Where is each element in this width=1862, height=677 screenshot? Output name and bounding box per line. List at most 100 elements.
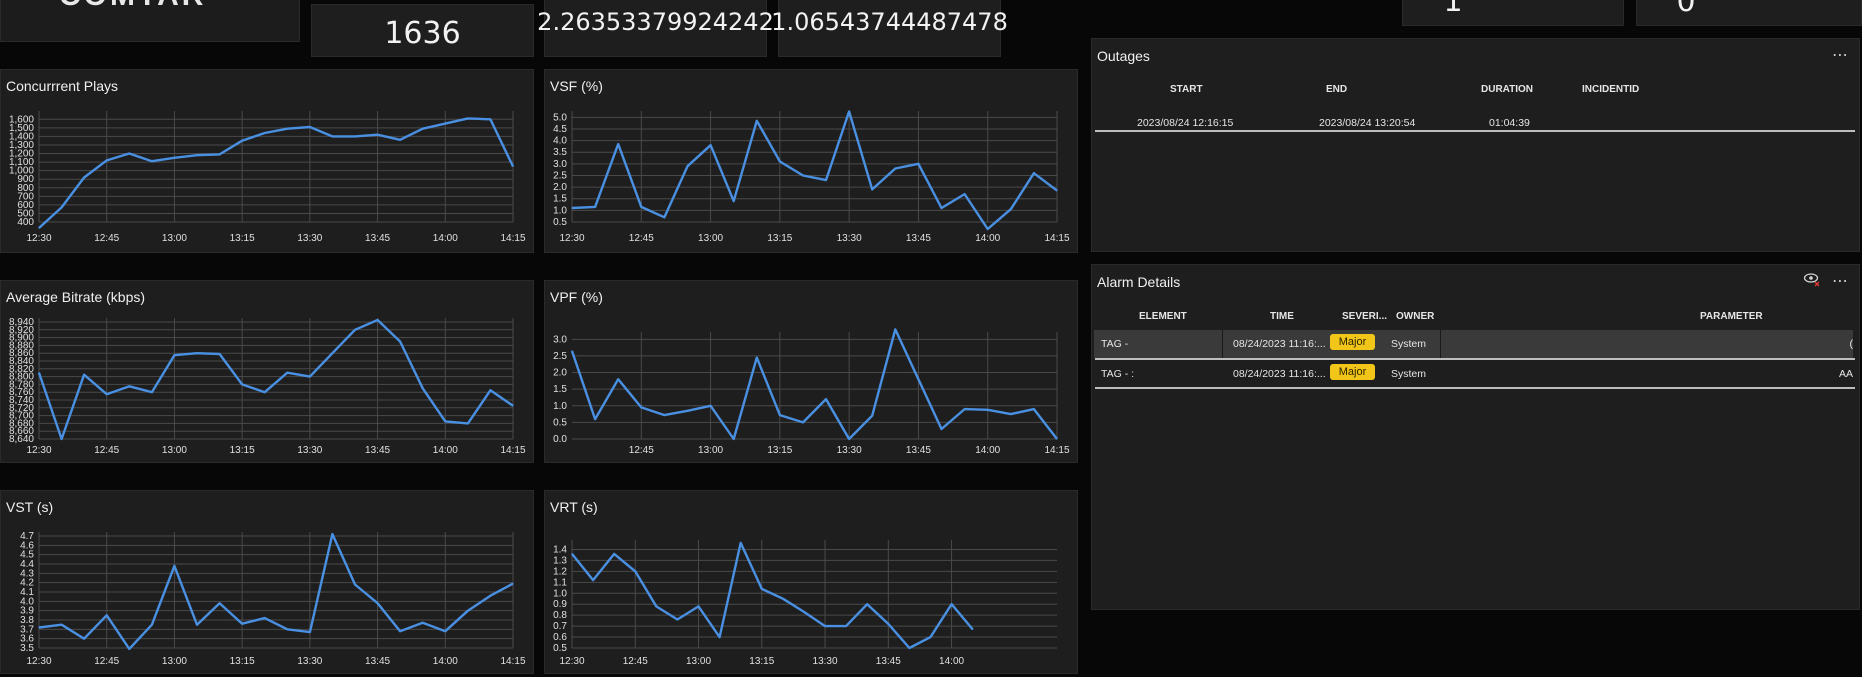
x-tick-label: 13:00	[162, 656, 187, 667]
x-tick-label: 13:45	[906, 233, 931, 244]
x-tick-label: 13:15	[230, 656, 255, 667]
x-tick-label: 13:00	[698, 445, 723, 456]
column-header-parameter[interactable]: PARAMETER	[1700, 311, 1763, 322]
y-tick-label: 1.5	[553, 194, 567, 205]
x-tick-label: 13:45	[906, 445, 931, 456]
data-point	[38, 372, 40, 374]
y-tick-label: 0.9	[553, 599, 567, 610]
data-point	[241, 623, 243, 625]
data-point	[733, 200, 735, 202]
data-point	[987, 409, 989, 411]
y-tick-label: 2.0	[553, 182, 567, 193]
data-point	[824, 625, 826, 627]
cell-element: TAG - :	[1101, 368, 1135, 380]
cell-owner: System	[1391, 368, 1427, 380]
data-point	[286, 628, 288, 630]
y-tick-label: 1.4	[553, 544, 567, 555]
kpi-concurrent-plays: 1636	[311, 4, 534, 57]
y-tick-label: 3.0	[553, 159, 567, 170]
data-point	[354, 329, 356, 331]
y-tick-label: 8,940	[9, 317, 34, 328]
data-point	[1010, 413, 1012, 415]
data-point	[128, 648, 130, 650]
data-point	[38, 227, 40, 229]
table-row[interactable]: TAG - : 08/24/2023 11:16:... Major Syste…	[1094, 360, 1853, 388]
x-tick-label: 14:00	[433, 445, 458, 456]
x-tick-label: 13:30	[813, 656, 838, 667]
y-tick-label: 4.7	[20, 531, 34, 542]
data-point	[399, 630, 401, 632]
column-separator	[1440, 330, 1441, 358]
table-row[interactable]: TAG - 08/24/2023 11:16:... Major System …	[1094, 330, 1853, 358]
data-point	[634, 570, 636, 572]
vst-chart: 3.53.63.73.83.94.04.14.24.34.44.54.64.71…	[20, 531, 526, 667]
kpi-vsf-avg: 2.26353379924242	[537, 0, 774, 57]
data-point	[987, 228, 989, 230]
more-options-icon[interactable]: ⋯	[1832, 45, 1849, 65]
more-options-icon[interactable]: ⋯	[1832, 271, 1849, 291]
data-point	[331, 135, 334, 137]
logo-tile: COMTAR	[0, 0, 300, 42]
x-tick-label: 13:00	[162, 445, 187, 456]
x-tick-label: 13:15	[230, 445, 255, 456]
table-row[interactable]: 2023/08/24 12:16:15 2023/08/24 13:20:54 …	[1094, 109, 1855, 137]
data-point	[663, 216, 665, 218]
data-point	[964, 408, 966, 410]
y-tick-label: 1.2	[553, 566, 567, 577]
x-tick-label: 12:45	[94, 445, 119, 456]
chart-panel-avg-bitrate: Average Bitrate (kbps) 8,640 8,660 8,680 8,…	[0, 280, 534, 463]
y-tick-label: 4.5	[553, 124, 567, 135]
data-point	[60, 438, 63, 440]
column-header-duration[interactable]: DURATION	[1481, 84, 1533, 95]
data-point	[422, 387, 424, 389]
series-line	[38, 117, 515, 229]
data-point	[106, 159, 108, 161]
column-header-element[interactable]: ELEMENT	[1139, 311, 1187, 322]
vsf-chart: 0.51.01.52.02.53.03.54.04.55.0 12:30 12:45…	[553, 110, 1070, 244]
data-point	[663, 414, 665, 416]
data-point	[331, 533, 334, 535]
x-tick-label: 12:45	[94, 656, 119, 667]
data-point	[848, 110, 850, 113]
data-point	[151, 624, 153, 626]
y-tick-label: 1.5	[553, 384, 567, 395]
y-tick-label: 1,600	[9, 114, 34, 125]
data-point	[60, 624, 63, 626]
data-point	[331, 352, 334, 354]
y-tick-label: 1.0	[553, 401, 567, 412]
column-header-incidentid[interactable]: INCIDENTID	[1582, 84, 1639, 95]
data-point	[803, 611, 805, 613]
x-tick-label: 13:00	[686, 656, 711, 667]
data-point	[617, 143, 619, 145]
data-point	[83, 374, 85, 376]
row-divider	[1095, 130, 1855, 132]
column-header-owner[interactable]: OWNER	[1396, 311, 1434, 322]
y-tick-label: 0.7	[553, 621, 567, 632]
kpi-vsf-avg-value: 2.26353379924242	[537, 7, 774, 36]
column-header-start[interactable]: START	[1170, 84, 1203, 95]
column-header-severity[interactable]: SEVERI...	[1342, 311, 1387, 322]
y-tick-label: 3.0	[553, 334, 567, 345]
y-tick-label: 0.6	[553, 632, 567, 643]
x-tick-label: 14:15	[1044, 445, 1069, 456]
data-point	[613, 553, 615, 555]
data-point	[571, 553, 573, 555]
data-point	[264, 391, 266, 393]
data-point	[917, 378, 920, 380]
column-header-time[interactable]: TIME	[1270, 311, 1294, 322]
avg-bitrate-chart: 8,6408,6608,6808,7008,7208,7408,7608,780…	[9, 317, 526, 456]
visibility-toggle-icon[interactable]	[1803, 271, 1821, 292]
data-point	[709, 144, 712, 146]
column-header-end[interactable]: END	[1326, 84, 1347, 95]
data-point	[512, 583, 514, 585]
x-tick-label: 13:30	[297, 233, 322, 244]
x-tick-label: 13:45	[365, 233, 390, 244]
y-tick-label: 1.0	[553, 588, 567, 599]
kpi-tile-5-value: 0	[1676, 0, 1696, 19]
data-point	[264, 617, 266, 619]
data-point	[422, 128, 424, 130]
data-point	[106, 614, 108, 616]
cell-parameter: (	[1849, 338, 1854, 350]
data-point	[940, 207, 943, 209]
x-tick-label: 12:30	[26, 445, 51, 456]
